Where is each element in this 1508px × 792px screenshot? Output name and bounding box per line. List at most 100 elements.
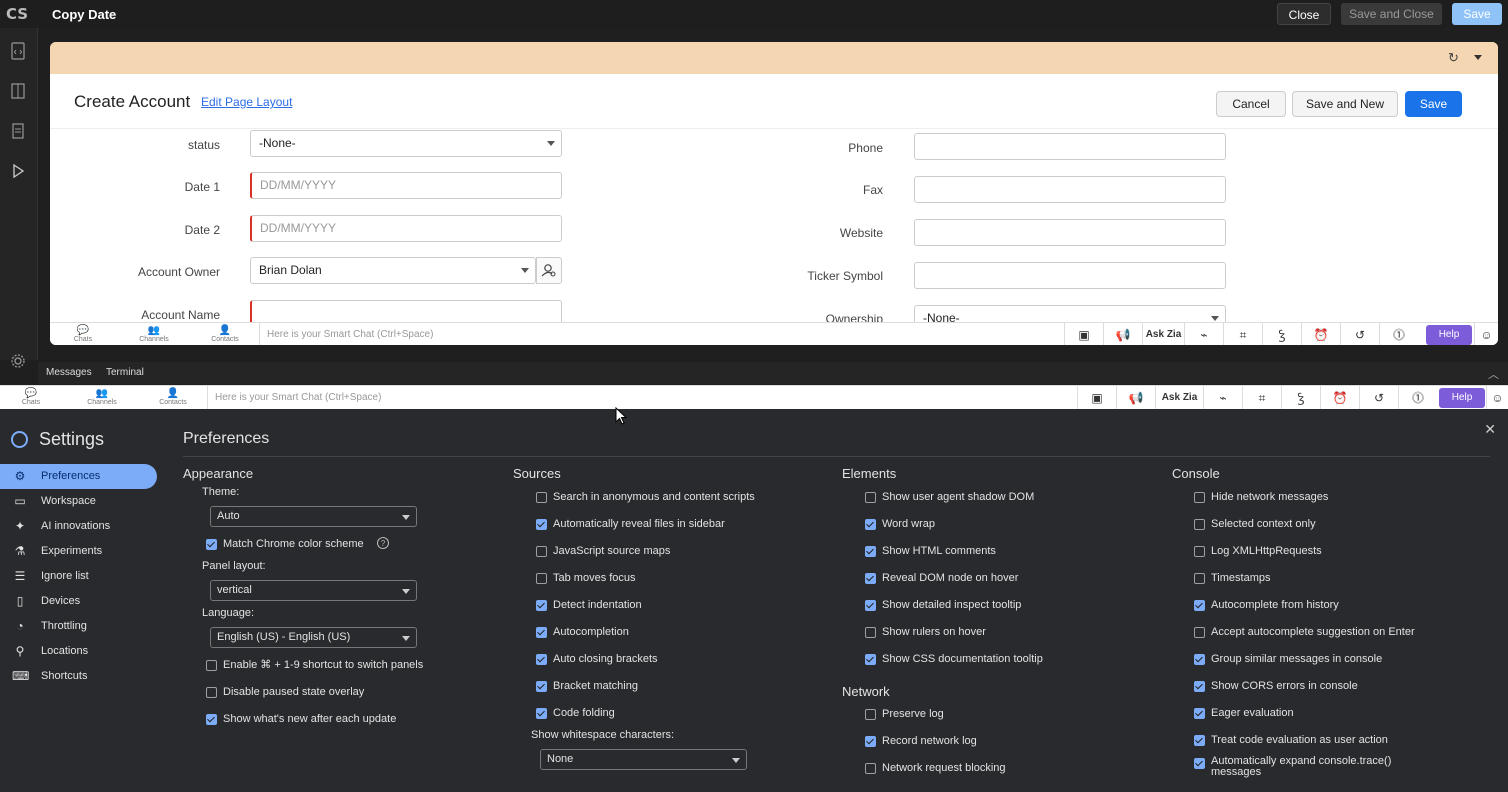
feed-icon[interactable]: ▣ xyxy=(1064,323,1103,345)
disable-paused-checkbox[interactable]: Disable paused state overlay xyxy=(206,685,364,699)
book-icon[interactable] xyxy=(9,82,27,100)
sources-option-checkbox[interactable]: Detect indentation xyxy=(536,598,642,612)
run-debug-icon[interactable] xyxy=(9,162,27,180)
sources-option-checkbox[interactable]: Automatically reveal files in sidebar xyxy=(536,517,725,531)
elements-option-checkbox[interactable]: Reveal DOM node on hover xyxy=(865,571,1018,585)
bot-icon[interactable]: ☺ xyxy=(1486,386,1508,410)
help-circle-icon[interactable]: ? xyxy=(377,537,389,549)
sidebar-item-experiments[interactable]: ⚗ Experiments xyxy=(0,539,157,564)
console-option-checkbox[interactable]: Log XMLHttpRequests xyxy=(1194,544,1322,558)
phone-input[interactable] xyxy=(914,133,1226,160)
console-option-checkbox[interactable]: Eager evaluation xyxy=(1194,706,1294,720)
channels-button[interactable]: 👥 Channels xyxy=(134,325,174,343)
save-and-close-button[interactable]: Save and Close xyxy=(1341,3,1442,25)
whats-new-checkbox[interactable]: Show what's new after each update xyxy=(206,712,396,726)
sources-option-checkbox[interactable]: Bracket matching xyxy=(536,679,638,693)
account-owner-select[interactable]: Brian Dolan xyxy=(250,257,536,284)
document-icon[interactable] xyxy=(9,122,27,140)
help-button[interactable]: Help xyxy=(1426,325,1472,345)
translate-icon[interactable]: Ꝣ xyxy=(1262,323,1301,345)
sources-option-checkbox[interactable]: Tab moves focus xyxy=(536,571,636,585)
activity-icon[interactable]: ⌁ xyxy=(1203,386,1242,410)
translate-icon[interactable]: Ꝣ xyxy=(1281,386,1320,410)
history-icon[interactable]: ↺ xyxy=(1359,386,1398,410)
website-input[interactable] xyxy=(914,219,1226,246)
shortcut-switch-checkbox[interactable]: Enable ⌘ + 1-9 shortcut to switch panels xyxy=(206,658,423,672)
sources-option-checkbox[interactable]: Auto closing brackets xyxy=(536,652,658,666)
feed-icon[interactable]: ▣ xyxy=(1077,386,1116,410)
sources-option-checkbox[interactable]: JavaScript source maps xyxy=(536,544,670,558)
sidebar-item-ai-innovations[interactable]: ✦ AI innovations xyxy=(0,514,157,539)
sources-option-checkbox[interactable]: Code folding xyxy=(536,706,615,720)
bot-icon[interactable]: ☺ xyxy=(1474,323,1498,345)
tab-messages[interactable]: Messages xyxy=(46,367,92,378)
elements-option-checkbox[interactable]: Show CSS documentation tooltip xyxy=(865,652,1043,666)
sidebar-item-throttling[interactable]: ◔ Throttling xyxy=(0,614,157,639)
edit-page-layout-link[interactable]: Edit Page Layout xyxy=(201,95,292,109)
network-option-checkbox[interactable]: Preserve log xyxy=(865,707,944,721)
ask-zia-button[interactable]: Ask Zia xyxy=(1142,323,1184,345)
save-button-top[interactable]: Save xyxy=(1452,3,1502,25)
chevron-up-icon[interactable]: ︿ xyxy=(1488,366,1499,382)
alarm-icon[interactable]: ⏰ xyxy=(1320,386,1359,410)
fax-input[interactable] xyxy=(914,176,1226,203)
smart-chat-input[interactable]: Here is your Smart Chat (Ctrl+Space) xyxy=(259,323,1064,345)
console-option-checkbox[interactable]: Autocomplete from history xyxy=(1194,598,1339,612)
save-button[interactable]: Save xyxy=(1405,91,1462,117)
date1-input[interactable]: DD/MM/YYYY xyxy=(250,172,562,199)
elements-option-checkbox[interactable]: Word wrap xyxy=(865,517,935,531)
channels-button-2[interactable]: 👥 Channels xyxy=(82,388,122,406)
console-option-checkbox[interactable]: Automatically expand console.trace() mes… xyxy=(1194,756,1424,780)
elements-option-checkbox[interactable]: Show rulers on hover xyxy=(865,625,986,639)
panel-layout-select[interactable]: vertical xyxy=(210,580,417,601)
console-option-checkbox[interactable]: Accept autocomplete suggestion on Enter xyxy=(1194,625,1415,639)
activity-icon[interactable]: ⌁ xyxy=(1184,323,1223,345)
smart-chat-input-2[interactable]: Here is your Smart Chat (Ctrl+Space) xyxy=(207,386,1077,410)
network-option-checkbox[interactable]: Network request blocking xyxy=(865,761,1006,775)
tag-icon[interactable]: ⌗ xyxy=(1223,323,1262,345)
chats-button-2[interactable]: 💬 Chats xyxy=(11,388,51,406)
network-option-checkbox[interactable]: Record network log xyxy=(865,734,977,748)
megaphone-icon[interactable]: 📢 xyxy=(1103,323,1142,345)
elements-option-checkbox[interactable]: Show user agent shadow DOM xyxy=(865,490,1034,504)
sidebar-item-workspace[interactable]: ▭ Workspace xyxy=(0,489,157,514)
close-button[interactable]: Close xyxy=(1277,3,1331,25)
ticker-symbol-input[interactable] xyxy=(914,262,1226,289)
sidebar-item-ignore-list[interactable]: ☰ Ignore list xyxy=(0,564,157,589)
chevron-down-icon[interactable] xyxy=(1474,55,1482,60)
date2-input[interactable]: DD/MM/YYYY xyxy=(250,215,562,242)
gear-icon[interactable] xyxy=(9,353,27,371)
code-file-icon[interactable] xyxy=(9,42,27,60)
console-option-checkbox[interactable]: Show CORS errors in console xyxy=(1194,679,1358,693)
cancel-button[interactable]: Cancel xyxy=(1216,91,1286,117)
user-lookup-icon[interactable] xyxy=(536,257,562,284)
sources-option-checkbox[interactable]: Search in anonymous and content scripts xyxy=(536,490,755,504)
console-option-checkbox[interactable]: Selected context only xyxy=(1194,517,1316,531)
refresh-icon[interactable]: ↻ xyxy=(1448,50,1459,66)
history-icon[interactable]: ↺ xyxy=(1340,323,1379,345)
language-select[interactable]: English (US) - English (US) xyxy=(210,627,417,648)
elements-option-checkbox[interactable]: Show HTML comments xyxy=(865,544,996,558)
help-button-2[interactable]: Help xyxy=(1439,388,1485,408)
elements-option-checkbox[interactable]: Show detailed inspect tooltip xyxy=(865,598,1021,612)
console-option-checkbox[interactable]: Treat code evaluation as user action xyxy=(1194,733,1388,747)
tab-terminal[interactable]: Terminal xyxy=(106,367,144,378)
whitespace-select[interactable]: None xyxy=(540,749,747,770)
sidebar-item-shortcuts[interactable]: ⌨ Shortcuts xyxy=(0,664,157,689)
megaphone-icon[interactable]: 📢 xyxy=(1116,386,1155,410)
sidebar-item-devices[interactable]: ▯ Devices xyxy=(0,589,157,614)
sidebar-item-locations[interactable]: ⚲ Locations xyxy=(0,639,157,664)
sidebar-item-preferences[interactable]: ⚙ Preferences xyxy=(0,464,157,489)
console-option-checkbox[interactable]: Group similar messages in console xyxy=(1194,652,1382,666)
alarm-icon[interactable]: ⏰ xyxy=(1301,323,1340,345)
match-chrome-checkbox[interactable]: Match Chrome color scheme xyxy=(206,537,364,551)
contacts-button[interactable]: 👤 Contacts xyxy=(205,325,245,343)
close-icon[interactable]: ✕ xyxy=(1484,421,1496,438)
console-option-checkbox[interactable]: Timestamps xyxy=(1194,571,1271,585)
sources-option-checkbox[interactable]: Autocompletion xyxy=(536,625,629,639)
ask-zia-button-2[interactable]: Ask Zia xyxy=(1155,386,1203,410)
save-and-new-button[interactable]: Save and New xyxy=(1292,91,1398,117)
accessibility-icon[interactable]: ⓵ xyxy=(1379,323,1418,345)
accessibility-icon[interactable]: ⓵ xyxy=(1398,386,1437,410)
contacts-button-2[interactable]: 👤 Contacts xyxy=(153,388,193,406)
